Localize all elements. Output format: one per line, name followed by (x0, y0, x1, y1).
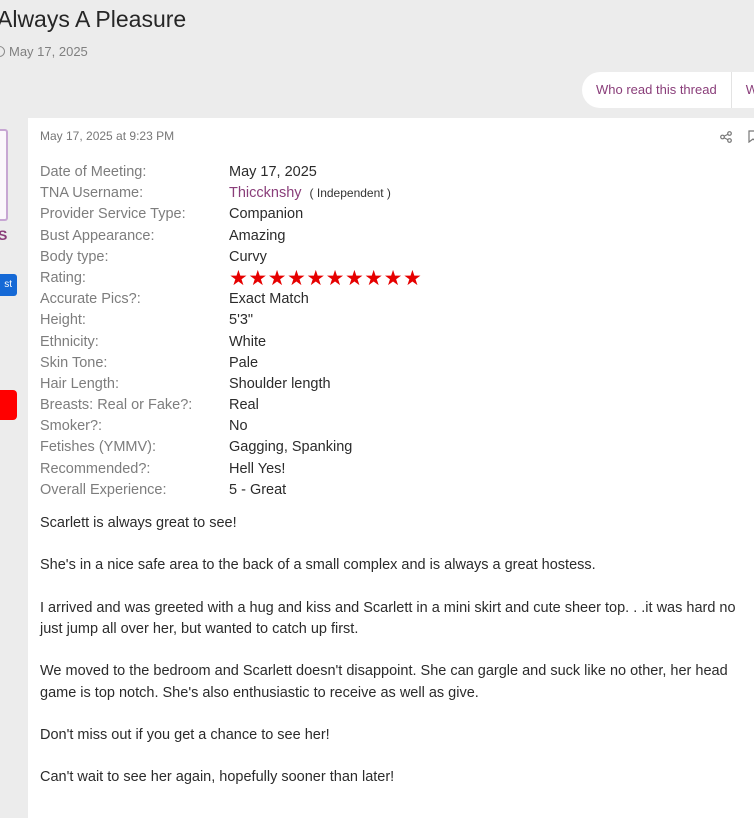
field-label: Smoker?: (40, 418, 103, 435)
tab-second[interactable]: W (732, 72, 754, 108)
post-paragraph: She's in a nice safe area to the back of… (40, 557, 596, 574)
provider-tag: ( Independent ) (309, 186, 391, 201)
star-icon: ★ (402, 266, 422, 290)
post-paragraph: Don't miss out if you get a chance to se… (40, 726, 330, 743)
post-paragraph: Scarlett is always great to see! (40, 515, 237, 531)
thread-tab-bar: Who read this thread W (582, 72, 754, 108)
star-icon: ★ (306, 266, 326, 290)
field-value: Real (229, 397, 259, 414)
field-value: Thiccknshy ( Independent ) (229, 183, 391, 204)
field-label: Hair Length: (40, 375, 119, 392)
field-label: TNA Username: (40, 185, 144, 202)
field-label: Date of Meeting: (40, 164, 147, 180)
field-label: Recommended?: (40, 460, 151, 477)
star-icon: ★ (344, 266, 364, 290)
post-paragraph: Can't wait to see her again, hopefully s… (40, 769, 395, 786)
field-value: May 17, 2025 (229, 164, 317, 180)
star-icon: ★ (248, 266, 268, 290)
field-value: Exact Match (229, 291, 309, 308)
field-label: Height: (40, 312, 86, 329)
username-initial[interactable]: S (0, 227, 7, 243)
bookmark-icon[interactable] (748, 130, 754, 143)
field-value: Curvy (229, 248, 267, 265)
field-label: Rating: (40, 269, 86, 286)
username-link[interactable]: Thiccknshy (229, 185, 302, 201)
field-label: Accurate Pics?: (40, 291, 141, 308)
post-body: Scarlett is always great to see! She's in… (40, 513, 754, 810)
field-label: Skin Tone: (40, 354, 108, 371)
post-timestamp[interactable]: May 17, 2025 at 9:23 PM (40, 129, 174, 143)
clock-icon (0, 46, 5, 57)
field-value: Hell Yes! (229, 460, 286, 477)
user-badge: st (0, 274, 17, 296)
thread-date: May 17, 2025 (9, 44, 88, 59)
thread-meta: May 17, 2025 (0, 44, 88, 59)
field-value: 5 - Great (229, 481, 287, 498)
star-icon: ★ (364, 266, 384, 290)
field-label: Fetishes (YMMV): (40, 439, 157, 456)
avatar[interactable] (0, 129, 8, 221)
thread-title: Always A Pleasure (0, 6, 187, 32)
field-label: Provider Service Type: (40, 206, 186, 223)
field-value: White (229, 333, 267, 350)
field-label: Overall Experience: (40, 481, 167, 498)
rating-stars: ★ ★ ★ ★ ★ ★ ★ ★ ★ ★ (229, 268, 422, 289)
field-value: Gagging, Spanking (229, 439, 353, 456)
field-label: Bust Appearance: (40, 227, 155, 244)
post-paragraph: We moved to the bedroom and Scarlett doe… (40, 663, 728, 701)
field-value: Amazing (229, 227, 286, 244)
star-icon: ★ (267, 266, 287, 290)
field-value: 5'3" (229, 312, 254, 329)
star-icon: ★ (286, 266, 306, 290)
post: May 17, 2025 at 9:23 PM Date of Meeting:… (28, 118, 754, 818)
star-icon: ★ (383, 266, 403, 290)
field-value: Companion (229, 206, 304, 223)
field-value: No (229, 418, 248, 435)
field-value: Shoulder length (229, 375, 331, 392)
field-label: Ethnicity: (40, 333, 99, 350)
field-value: Pale (229, 354, 259, 371)
field-label: Body type: (40, 248, 109, 265)
star-icon: ★ (229, 266, 248, 290)
share-icon[interactable] (720, 131, 732, 143)
star-icon: ★ (325, 266, 345, 290)
post-paragraph: I arrived and was greeted with a hug and… (40, 599, 736, 637)
tab-who-read-thread[interactable]: Who read this thread (582, 72, 731, 108)
user-banner (0, 390, 17, 420)
field-label: Breasts: Real or Fake?: (40, 397, 193, 414)
